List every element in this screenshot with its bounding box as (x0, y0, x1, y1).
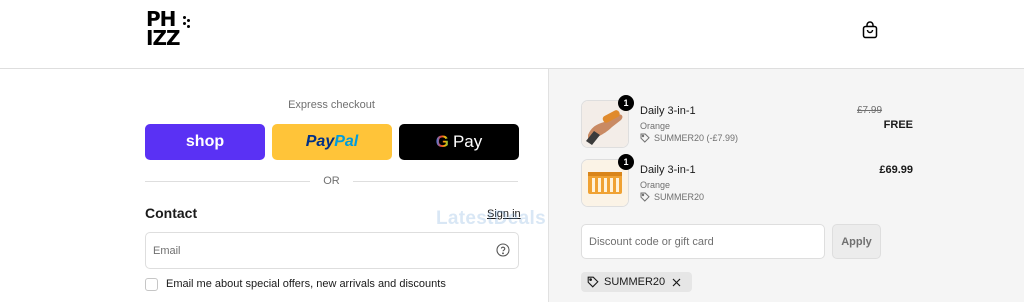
email-field[interactable] (145, 232, 519, 269)
apply-discount-button[interactable]: Apply (832, 224, 881, 259)
applied-discount-tag: SUMMER20 (581, 272, 693, 292)
help-icon[interactable] (496, 243, 510, 257)
product-thumbnail: 1 (581, 154, 634, 207)
paypal-label-part1: Pay (305, 133, 335, 150)
express-checkout-label: Express checkout (288, 99, 375, 111)
item-price: £69.99 (879, 164, 913, 176)
tag-icon (640, 192, 650, 202)
item-variant: Orange (640, 121, 671, 131)
shop-pay-button[interactable]: shop (145, 124, 265, 160)
item-discount-code: SUMMER20 (654, 192, 705, 202)
line-item: 1 Daily 3-in-1 Orange SUMMER20 (-£7.99) … (581, 95, 913, 148)
paypal-button[interactable]: Pay Pal (272, 124, 392, 160)
order-summary: 1 Daily 3-in-1 Orange SUMMER20 (-£7.99) … (548, 69, 1024, 302)
quantity-badge: 1 (618, 95, 634, 111)
tag-icon (640, 133, 650, 143)
tag-icon (587, 276, 599, 288)
divider-line-right (353, 181, 518, 182)
remove-discount-icon[interactable] (672, 278, 686, 287)
item-original-price: £7.99 (857, 105, 883, 116)
newsletter-label: Email me about special offers, new arriv… (166, 278, 446, 290)
quantity-badge: 1 (618, 154, 634, 170)
google-pay-label: Pay (452, 132, 483, 151)
item-price: FREE (883, 119, 913, 131)
discount-code-field[interactable] (581, 224, 825, 259)
newsletter-checkbox[interactable] (145, 277, 158, 291)
contact-heading: Contact (145, 205, 198, 221)
brand-logo[interactable]: PH IZZ (146, 9, 192, 52)
line-item: 1 Daily 3-in-1 Orange SUMMER20 £69.99 (581, 154, 913, 207)
item-variant: Orange (640, 180, 671, 190)
shop-pay-label: shop (185, 133, 225, 150)
item-name: Daily 3-in-1 (640, 164, 696, 176)
discount-code-input[interactable] (589, 233, 817, 251)
or-divider: OR (145, 175, 518, 189)
item-discount: SUMMER20 (640, 192, 704, 202)
product-thumbnail: 1 (581, 95, 634, 148)
newsletter-option[interactable]: Email me about special offers, new arriv… (145, 276, 446, 292)
shopping-bag-icon[interactable] (860, 20, 880, 40)
sign-in-link[interactable]: Sign in (487, 208, 521, 220)
site-header: PH IZZ (0, 0, 1024, 69)
item-discount-code: SUMMER20 (-£7.99) (654, 133, 739, 143)
google-g-icon: G (435, 132, 449, 151)
logo-dots (183, 16, 191, 28)
google-pay-button[interactable]: G Pay (399, 124, 519, 160)
checkout-form: Express checkout shop Pay Pal G Pay OR Con… (0, 69, 548, 302)
item-discount: SUMMER20 (-£7.99) (640, 133, 738, 143)
logo-line-2: IZZ (146, 26, 180, 50)
item-name: Daily 3-in-1 (640, 105, 696, 117)
paypal-label-part2: Pal (334, 133, 359, 150)
email-input[interactable] (153, 242, 483, 260)
applied-discount-code: SUMMER20 (604, 276, 666, 288)
